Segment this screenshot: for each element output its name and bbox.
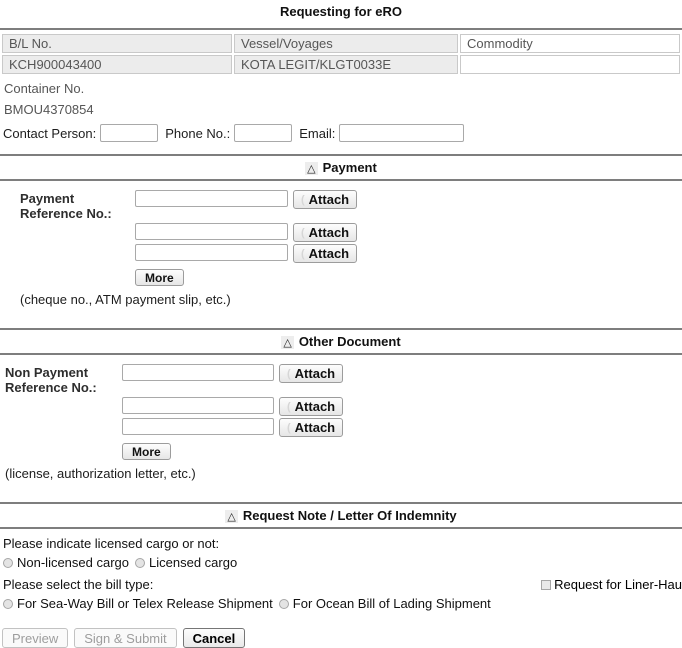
email-label: Email: — [299, 126, 335, 141]
non-payment-reference-input-3[interactable] — [122, 418, 274, 435]
contact-person-label: Contact Person: — [3, 126, 96, 141]
cell-vessel-voyage: KOTA LEGIT/KLGT0033E — [234, 55, 458, 74]
payment-reference-input-3[interactable] — [135, 244, 288, 261]
col-header-commodity: Commodity — [460, 34, 680, 53]
payment-attach-button-3[interactable]: (Attach — [293, 244, 357, 263]
licensed-cargo-radio[interactable] — [135, 558, 145, 568]
attach-file-icon: ( — [287, 368, 291, 380]
sea-way-bill-label: For Sea-Way Bill or Telex Release Shipme… — [17, 596, 273, 611]
payment-attach-button-1[interactable]: (Attach — [293, 190, 357, 209]
other-document-section: Non Payment Reference No.: (Attach (Atta… — [0, 355, 682, 490]
attach-file-icon: ( — [287, 401, 291, 413]
payment-section: Payment Reference No.: (Attach (Attach (… — [0, 181, 682, 316]
payment-attach-button-2[interactable]: (Attach — [293, 223, 357, 242]
container-no-label: Container No. — [4, 81, 682, 96]
contact-person-input[interactable] — [100, 124, 158, 142]
payment-section-title: Payment — [323, 160, 377, 175]
section-header-other-document[interactable]: △ Other Document — [0, 328, 682, 355]
collapse-icon[interactable]: △ — [281, 336, 293, 349]
phone-no-label: Phone No.: — [165, 126, 230, 141]
payment-ref-row-3: (Attach — [135, 244, 682, 263]
bill-type-row: Please select the bill type: Request for… — [0, 577, 682, 592]
payment-ref-row-1: Payment Reference No.: (Attach — [20, 190, 682, 221]
other-document-section-title: Other Document — [299, 334, 401, 349]
section-header-request-note[interactable]: △ Request Note / Letter Of Indemnity — [0, 502, 682, 529]
other-doc-attach-button-1[interactable]: (Attach — [279, 364, 343, 383]
shipment-table: B/L No. Vessel/Voyages Commodity KCH9000… — [0, 32, 682, 76]
non-payment-ref-row-1: Non Payment Reference No.: (Attach — [5, 364, 682, 395]
attach-file-icon: ( — [301, 248, 305, 260]
email-input[interactable] — [339, 124, 464, 142]
payment-reference-input-2[interactable] — [135, 223, 288, 240]
other-doc-hint: (license, authorization letter, etc.) — [5, 466, 682, 481]
table-row: KCH900043400 KOTA LEGIT/KLGT0033E — [2, 55, 680, 74]
title-divider — [0, 28, 682, 30]
container-no-value: BMOU4370854 — [4, 102, 682, 117]
sea-way-bill-radio[interactable] — [3, 599, 13, 609]
attach-file-icon: ( — [287, 422, 291, 434]
other-doc-attach-button-3[interactable]: (Attach — [279, 418, 343, 437]
col-header-bl-no: B/L No. — [2, 34, 232, 53]
non-payment-ref-row-2: (Attach — [122, 397, 682, 416]
contact-row: Contact Person: Phone No.: Email: — [3, 124, 682, 142]
bill-type-options: For Sea-Way Bill or Telex Release Shipme… — [3, 596, 682, 611]
non-payment-reference-input-2[interactable] — [122, 397, 274, 414]
liner-haul-checkbox[interactable] — [541, 580, 551, 590]
non-licensed-cargo-label: Non-licensed cargo — [17, 555, 129, 570]
attach-file-icon: ( — [301, 194, 305, 206]
payment-more-button[interactable]: More — [135, 269, 184, 286]
attach-file-icon: ( — [301, 227, 305, 239]
table-header-row: B/L No. Vessel/Voyages Commodity — [2, 34, 680, 53]
request-note-section: Please indicate licensed cargo or not: N… — [0, 536, 682, 611]
bill-type-question: Please select the bill type: — [3, 577, 153, 592]
liner-haul-option: Request for Liner-Hau — [541, 577, 682, 592]
preview-button[interactable]: Preview — [2, 628, 68, 648]
payment-reference-label: Payment Reference No.: — [20, 190, 135, 221]
other-doc-more-button[interactable]: More — [122, 443, 171, 460]
cancel-button[interactable]: Cancel — [183, 628, 246, 648]
ocean-bill-label: For Ocean Bill of Lading Shipment — [293, 596, 491, 611]
cell-bl-no: KCH900043400 — [2, 55, 232, 74]
licensed-cargo-label: Licensed cargo — [149, 555, 237, 570]
non-licensed-cargo-radio[interactable] — [3, 558, 13, 568]
liner-haul-label: Request for Liner-Hau — [554, 577, 682, 592]
request-note-section-title: Request Note / Letter Of Indemnity — [243, 508, 457, 523]
page-title: Requesting for eRO — [0, 0, 682, 19]
other-doc-attach-button-2[interactable]: (Attach — [279, 397, 343, 416]
collapse-icon[interactable]: △ — [305, 162, 317, 175]
phone-no-input[interactable] — [234, 124, 292, 142]
non-payment-reference-input-1[interactable] — [122, 364, 274, 381]
collapse-icon[interactable]: △ — [225, 510, 237, 523]
cell-commodity — [460, 55, 680, 74]
non-payment-ref-row-3: (Attach — [122, 418, 682, 437]
licensed-cargo-question: Please indicate licensed cargo or not: — [3, 536, 682, 551]
sign-submit-button[interactable]: Sign & Submit — [74, 628, 176, 648]
payment-reference-input-1[interactable] — [135, 190, 288, 207]
non-payment-reference-label: Non Payment Reference No.: — [5, 364, 122, 395]
payment-hint: (cheque no., ATM payment slip, etc.) — [20, 292, 682, 307]
payment-ref-row-2: (Attach — [135, 223, 682, 242]
action-buttons: Preview Sign & Submit Cancel — [2, 628, 682, 648]
ocean-bill-radio[interactable] — [279, 599, 289, 609]
col-header-vessel-voyages: Vessel/Voyages — [234, 34, 458, 53]
section-header-payment[interactable]: △ Payment — [0, 154, 682, 181]
licensed-cargo-options: Non-licensed cargo Licensed cargo — [3, 555, 682, 570]
